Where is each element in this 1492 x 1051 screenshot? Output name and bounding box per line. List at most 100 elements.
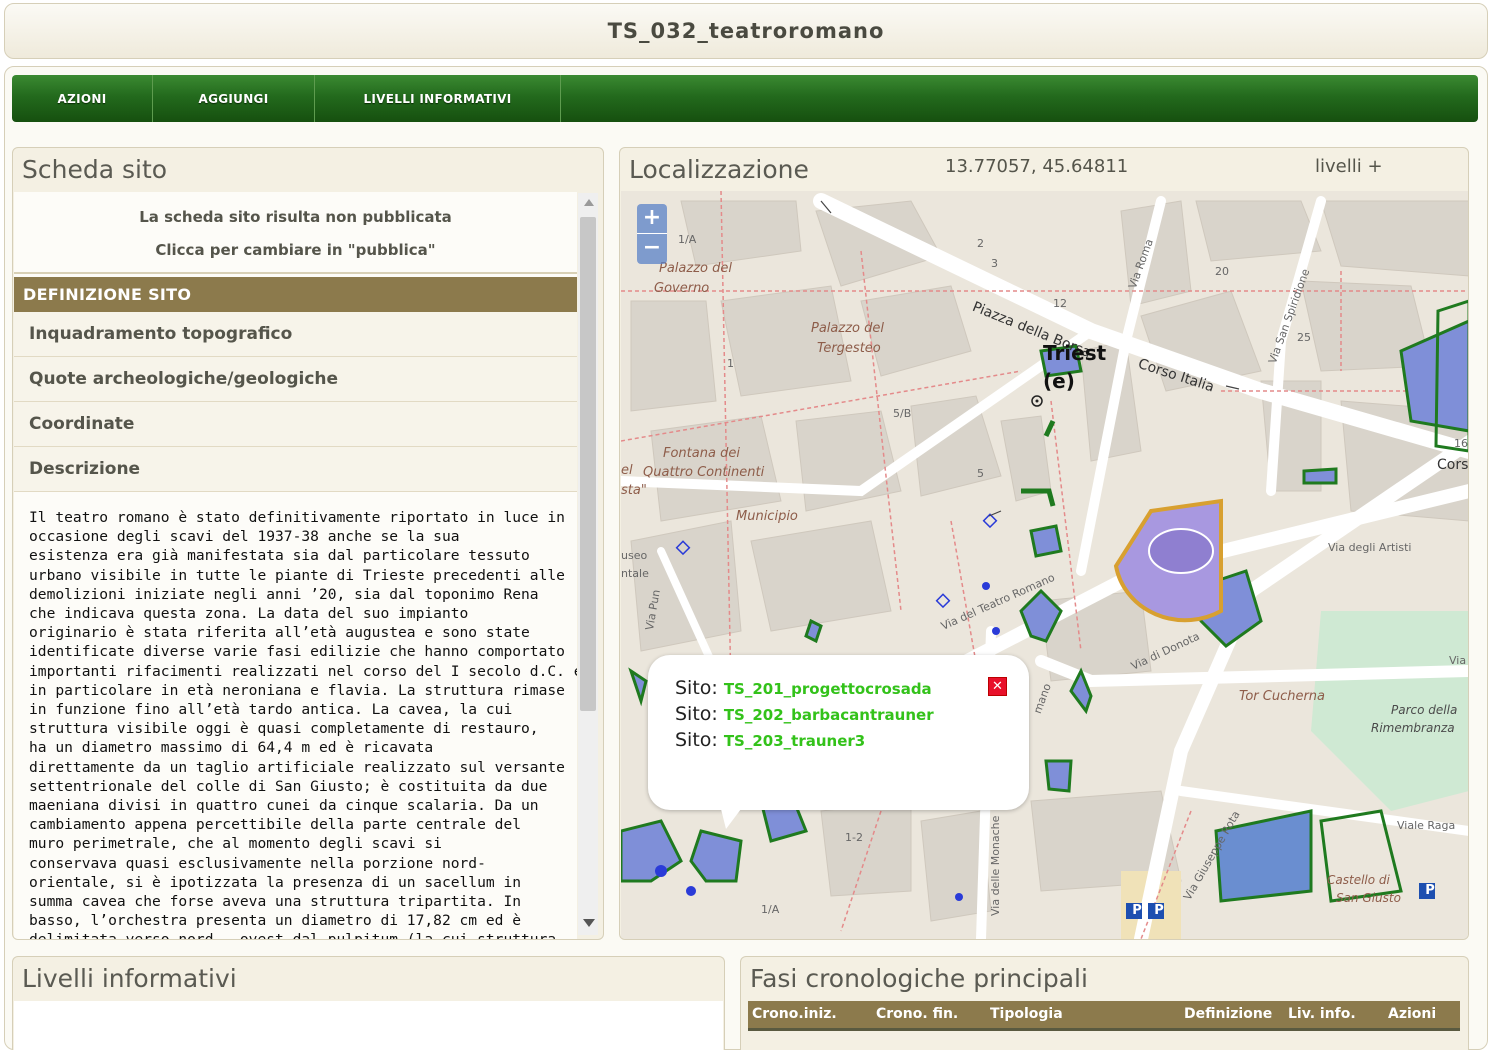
map-label-sta: sta" <box>621 483 647 498</box>
description-line: demolizioni iniziate negli anni ’20, sia… <box>29 585 539 603</box>
menu-livelli-informativi[interactable]: LIVELLI INFORMATIVI <box>315 75 561 122</box>
description-line: delimitata verso nord - ovest dal pulpit… <box>29 930 565 939</box>
localizzazione-panel: Localizzazione 13.77057, 45.64811 livell… <box>619 147 1469 940</box>
livelli-informativi-panel: Livelli informativi <box>12 956 725 1051</box>
description-line: direttamente da un taglio artificiale re… <box>29 758 565 776</box>
column-header-liv-info[interactable]: Liv. info. <box>1284 1001 1384 1028</box>
popup-link-site-203[interactable]: TS_203_trauner3 <box>724 732 865 750</box>
map-label-parco: Parco della <box>1391 703 1458 717</box>
main-menu: AZIONI AGGIUNGI LIVELLI INFORMATIVI <box>12 75 1478 122</box>
accordion-inquadramento[interactable]: Inquadramento topografico <box>14 312 577 357</box>
popup-row: Sito: TS_203_trauner3 <box>675 729 1029 755</box>
popup-row: Sito: TS_201_progettocrosada <box>675 677 1029 703</box>
menu-aggiungi[interactable]: AGGIUNGI <box>153 75 315 122</box>
map-view[interactable]: Palazzo del Governo Palazzo del Tergeste… <box>621 191 1469 939</box>
description-line: identificate diverse varie fasi edilizie… <box>29 643 565 661</box>
description-line: struttura visibile oggi è quasi completa… <box>29 720 539 738</box>
localizzazione-title: Localizzazione <box>629 155 809 184</box>
map-label-parco: Rimembranza <box>1371 721 1455 735</box>
scroll-up-arrow-icon[interactable] <box>584 199 594 206</box>
column-header-definizione[interactable]: Definizione <box>1180 1001 1284 1028</box>
popup-label: Sito: <box>675 703 718 725</box>
accordion-descrizione[interactable]: Descrizione <box>14 447 577 492</box>
map-find-point <box>955 893 963 901</box>
map-label-palazzo-governo: Governo <box>654 281 710 296</box>
map-house-number: 12 <box>1053 297 1067 310</box>
map-house-number: 5 <box>977 467 984 480</box>
accordion-quote[interactable]: Quote archeologiche/geologiche <box>14 357 577 402</box>
map-block <box>630 520 742 652</box>
map-block <box>1320 200 1468 277</box>
map-label-ntale: ntale <box>621 567 649 580</box>
map-house-number: 2 <box>977 237 984 250</box>
map-house-number: 1/A <box>678 233 697 246</box>
map-block <box>1000 415 1052 502</box>
menu-azioni[interactable]: AZIONI <box>12 75 153 122</box>
accordion-coordinate[interactable]: Coordinate <box>14 402 577 447</box>
scheda-sito-panel: Scheda sito La scheda sito risulta non p… <box>12 147 604 940</box>
map-city-marker-dot <box>1035 399 1039 403</box>
map-site-polygon <box>1302 467 1338 485</box>
fasi-table-divider <box>748 1028 1460 1031</box>
map-house-number: 3 <box>991 257 998 270</box>
map-zoom-control: + − <box>637 204 667 264</box>
scroll-thumb[interactable] <box>580 217 596 711</box>
map-find-point <box>982 582 990 590</box>
fasi-table-header: Crono.iniz. Crono. fin. Tipologia Defini… <box>748 1001 1460 1028</box>
description-line: urbano visibile in tutte le piante di Tr… <box>29 566 565 584</box>
map-label-fontana: Quattro Continenti <box>643 465 765 480</box>
fasi-cronologiche-panel: Fasi cronologiche principali Crono.iniz.… <box>740 956 1469 1050</box>
description-line: Il teatro romano è stato definitivamente… <box>29 509 565 526</box>
popup-link-site-201[interactable]: TS_201_progettocrosada <box>724 680 932 698</box>
map-house-number: 1-2 <box>845 831 863 844</box>
map-label-via-degli-artisti: Via degli Artisti <box>1328 541 1412 554</box>
column-header-crono-iniz[interactable]: Crono.iniz. <box>748 1001 872 1028</box>
column-header-crono-fin[interactable]: Crono. fin. <box>872 1001 986 1028</box>
zoom-in-button[interactable]: + <box>637 204 667 234</box>
description-line: importanti rifacimenti realizzati nel co… <box>29 662 577 680</box>
fasi-cronologiche-title: Fasi cronologiche principali <box>750 964 1088 993</box>
column-header-azioni[interactable]: Azioni <box>1384 1001 1460 1028</box>
description-line: in particolare in età neroniana e flavia… <box>29 681 565 699</box>
map-find-point <box>655 865 667 877</box>
description-line: orientale, si è ipotizzata la presenza d… <box>29 873 522 891</box>
map-site-polygon <box>1044 759 1073 793</box>
scheda-sito-body: La scheda sito risulta non pubblicata Cl… <box>14 192 577 939</box>
map-site-wall <box>1043 419 1056 438</box>
map-label-palazzo-governo: Palazzo del <box>659 261 732 276</box>
map-label-tor-cucherna: Tor Cucherna <box>1239 689 1326 704</box>
popup-link-site-202[interactable]: TS_202_barbacantrauner <box>724 706 934 724</box>
map-label-trieste-e: (e) <box>1043 369 1075 393</box>
window-title: TS_032_teatroromano <box>4 3 1488 59</box>
column-header-tipologia[interactable]: Tipologia <box>986 1001 1180 1028</box>
map-label-trieste: Triest <box>1043 341 1107 365</box>
description-line: settentrionale del colle di San Giusto; … <box>29 777 548 795</box>
description-line: maeniana divisi in quattro cunei da cinq… <box>29 797 539 815</box>
scheda-scrollbar[interactable] <box>578 193 598 935</box>
scroll-down-arrow-icon[interactable] <box>583 919 595 927</box>
map-house-number: 1 <box>727 357 734 370</box>
map-label-palazzo-tergesteo: Tergesteo <box>817 341 881 356</box>
description-line: muro perimetrale, che al momento degli s… <box>29 835 442 853</box>
map-find-point <box>686 886 696 896</box>
map-label-cors: Cors <box>1437 457 1469 473</box>
section-definizione-sito[interactable]: DEFINIZIONE SITO <box>14 277 577 312</box>
map-label-municipio: Municipio <box>736 509 798 524</box>
map-block <box>680 200 802 267</box>
popup-label: Sito: <box>675 677 718 699</box>
description-line: esistenza era già manifestata sia dal pa… <box>29 547 530 565</box>
coordinates-readout: 13.77057, 45.64811 <box>945 156 1129 177</box>
layers-toggle-button[interactable]: livelli + <box>1315 156 1383 177</box>
map-label-via-delle-monache: Via delle Monache <box>989 815 1002 916</box>
description-line: in funzione fino all’età tardo antica. L… <box>29 701 513 719</box>
publication-toggle[interactable]: La scheda sito risulta non pubblicata Cl… <box>14 192 577 274</box>
popup-close-icon[interactable]: ✕ <box>988 677 1007 696</box>
description-line: ha un diametro massimo di 64,4 m ed è ri… <box>29 739 434 757</box>
map-block <box>820 800 912 897</box>
map-label-viale-ragusa: Viale Raga <box>1397 819 1456 832</box>
zoom-out-button[interactable]: − <box>637 234 667 264</box>
scheda-sito-title: Scheda sito <box>22 155 168 184</box>
popup-label: Sito: <box>675 729 718 751</box>
popup-tail <box>720 805 744 829</box>
map-popup: Sito: TS_201_progettocrosada Sito: TS_202_… <box>648 655 1029 829</box>
